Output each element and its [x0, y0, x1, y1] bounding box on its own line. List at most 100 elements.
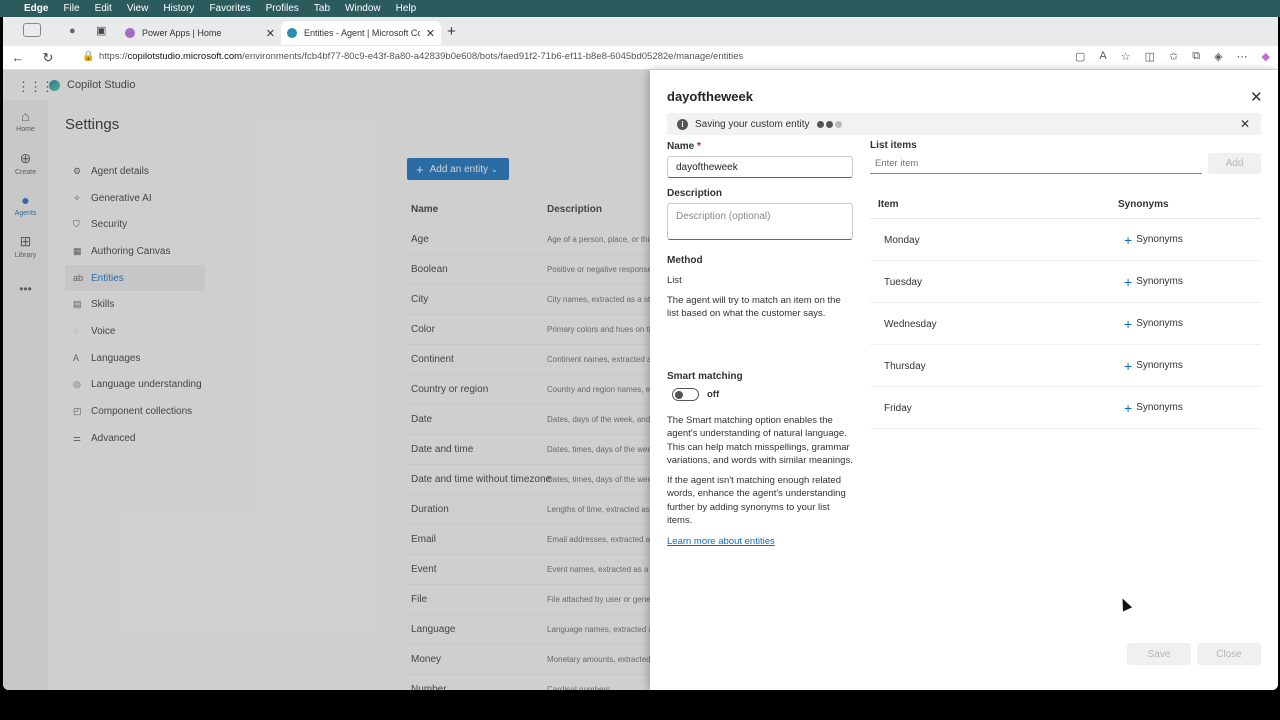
- favorites-icon[interactable]: ✩: [1169, 50, 1178, 63]
- menu-view[interactable]: View: [127, 3, 149, 14]
- tab-label: Entities - Agent | Microsoft Copilot Stu…: [304, 28, 420, 38]
- synonyms-label: Synonyms: [1136, 234, 1183, 245]
- list-item[interactable]: Thursday + Synonyms: [870, 345, 1261, 387]
- tab-strip: ● ▣ Power Apps | Home ✕ Entities - Agent…: [3, 17, 1278, 46]
- smart-matching-toggle[interactable]: [672, 388, 699, 401]
- app-available-icon[interactable]: ▢: [1075, 50, 1085, 63]
- add-synonyms-button[interactable]: + Synonyms: [1124, 315, 1183, 332]
- description-label: Description: [667, 188, 723, 199]
- sidebar-toggle-icon[interactable]: [23, 23, 41, 37]
- menu-profiles[interactable]: Profiles: [266, 3, 299, 14]
- menu-tab[interactable]: Tab: [314, 3, 330, 14]
- new-tab-icon[interactable]: +: [447, 23, 456, 40]
- back-icon[interactable]: ←: [7, 50, 29, 65]
- synonyms-label: Synonyms: [1136, 402, 1183, 413]
- tab-label: Power Apps | Home: [142, 28, 222, 38]
- menu-app-name[interactable]: Edge: [24, 3, 48, 14]
- extensions-icon[interactable]: ◈: [1214, 50, 1222, 63]
- address-bar: ← ↻ 🔒 https://copilotstudio.microsoft.co…: [3, 46, 1278, 70]
- url-field[interactable]: https://copilotstudio.microsoft.com/envi…: [99, 51, 743, 62]
- synonyms-label: Synonyms: [1136, 318, 1183, 329]
- read-aloud-icon[interactable]: A: [1099, 50, 1106, 63]
- browser-window: ● ▣ Power Apps | Home ✕ Entities - Agent…: [3, 17, 1278, 690]
- col-item: Item: [878, 199, 899, 210]
- list-item[interactable]: Wednesday + Synonyms: [870, 303, 1261, 345]
- dismiss-message-icon[interactable]: ✕: [1240, 117, 1250, 131]
- list-items-header: Item Synonyms: [870, 195, 1261, 219]
- more-icon[interactable]: ⋯: [1237, 50, 1248, 63]
- method-label: Method: [667, 255, 703, 266]
- menu-help[interactable]: Help: [396, 3, 417, 14]
- panel-title: dayoftheweek: [667, 89, 753, 104]
- lock-icon[interactable]: 🔒: [82, 51, 94, 62]
- list-item[interactable]: Friday + Synonyms: [870, 387, 1261, 429]
- message-text: Saving your custom entity: [695, 118, 810, 130]
- name-label: Name *: [667, 141, 701, 152]
- menu-favorites[interactable]: Favorites: [209, 3, 250, 14]
- tab-entities[interactable]: Entities - Agent | Microsoft Copilot Stu…: [281, 21, 441, 45]
- enter-item-input[interactable]: Enter item: [870, 153, 1202, 174]
- url-domain: copilotstudio.microsoft.com: [127, 51, 243, 62]
- list-item-name: Monday: [884, 235, 920, 246]
- power-apps-favicon-icon: [125, 28, 135, 38]
- list-item[interactable]: Monday + Synonyms: [870, 219, 1261, 261]
- method-value: List: [667, 275, 682, 286]
- app-area: ⋮⋮⋮ Copilot Studio ⌂ Home ⊕ Create ● Age…: [3, 70, 1278, 690]
- menu-edit[interactable]: Edit: [95, 3, 112, 14]
- close-icon[interactable]: ✕: [1250, 88, 1263, 106]
- list-item-name: Tuesday: [884, 277, 922, 288]
- menu-file[interactable]: File: [63, 3, 79, 14]
- synonyms-label: Synonyms: [1136, 360, 1183, 371]
- list-item-name: Wednesday: [884, 319, 937, 330]
- menu-window[interactable]: Window: [345, 3, 381, 14]
- list-item-name: Thursday: [884, 361, 926, 372]
- tab-actions-icon[interactable]: ▣: [96, 24, 106, 37]
- smart-help-1: The Smart matching option enables the ag…: [667, 415, 853, 467]
- name-field[interactable]: dayoftheweek: [667, 156, 853, 178]
- favorite-star-icon[interactable]: ☆: [1121, 50, 1131, 63]
- profile-icon[interactable]: ●: [69, 25, 76, 37]
- col-synonyms: Synonyms: [1118, 199, 1169, 210]
- copilot-icon[interactable]: ◆: [1262, 50, 1270, 63]
- url-prefix: https://: [99, 51, 128, 62]
- info-icon: i: [677, 118, 688, 130]
- url-path: /environments/fcb4bf77-80c9-e43f-8a80-a4…: [242, 51, 744, 62]
- list-item-name: Friday: [884, 403, 912, 414]
- learn-more-link[interactable]: Learn more about entities: [667, 536, 775, 547]
- description-field[interactable]: Description (optional): [667, 203, 853, 240]
- loading-dots: [816, 120, 842, 128]
- copilot-studio-favicon-icon: [287, 28, 297, 38]
- list-item[interactable]: Tuesday + Synonyms: [870, 261, 1261, 303]
- modal-overlay[interactable]: [3, 70, 650, 690]
- plus-icon: +: [1124, 357, 1133, 374]
- method-help: The agent will try to match an item on t…: [667, 295, 841, 320]
- menu-history[interactable]: History: [163, 3, 194, 14]
- list-items-table: Monday + Synonyms Tuesday + Synonyms Wednesday…: [870, 219, 1261, 429]
- split-screen-icon[interactable]: ◫: [1145, 50, 1155, 63]
- add-synonyms-button[interactable]: + Synonyms: [1124, 399, 1183, 416]
- smart-help-2: If the agent isn't matching enough relat…: [667, 475, 846, 527]
- refresh-icon[interactable]: ↻: [37, 50, 59, 66]
- browser-toolbar: ▢ A ☆ ◫ ✩ ⧉ ◈ ⋯ ◆: [1075, 50, 1270, 63]
- save-button[interactable]: Save: [1127, 643, 1191, 665]
- entity-panel: dayoftheweek ✕ i Saving your custom enti…: [650, 70, 1278, 690]
- add-item-button[interactable]: Add: [1208, 153, 1261, 174]
- close-tab-icon[interactable]: ✕: [426, 27, 435, 40]
- collections-icon[interactable]: ⧉: [1192, 50, 1200, 63]
- close-tab-icon[interactable]: ✕: [266, 27, 275, 40]
- close-button[interactable]: Close: [1197, 643, 1261, 665]
- list-items-label: List items: [870, 140, 917, 151]
- plus-icon: +: [1124, 315, 1133, 332]
- plus-icon: +: [1124, 399, 1133, 416]
- plus-icon: +: [1124, 273, 1133, 290]
- tab-power-apps[interactable]: Power Apps | Home ✕: [119, 21, 281, 45]
- plus-icon: +: [1124, 231, 1133, 248]
- add-synonyms-button[interactable]: + Synonyms: [1124, 231, 1183, 248]
- add-synonyms-button[interactable]: + Synonyms: [1124, 273, 1183, 290]
- mac-menu-bar: Edge File Edit View History Favorites Pr…: [0, 0, 1280, 17]
- saving-message-bar: i Saving your custom entity ✕: [667, 113, 1261, 135]
- smart-matching-label: Smart matching: [667, 371, 743, 382]
- synonyms-label: Synonyms: [1136, 276, 1183, 287]
- toggle-state: off: [707, 389, 720, 400]
- add-synonyms-button[interactable]: + Synonyms: [1124, 357, 1183, 374]
